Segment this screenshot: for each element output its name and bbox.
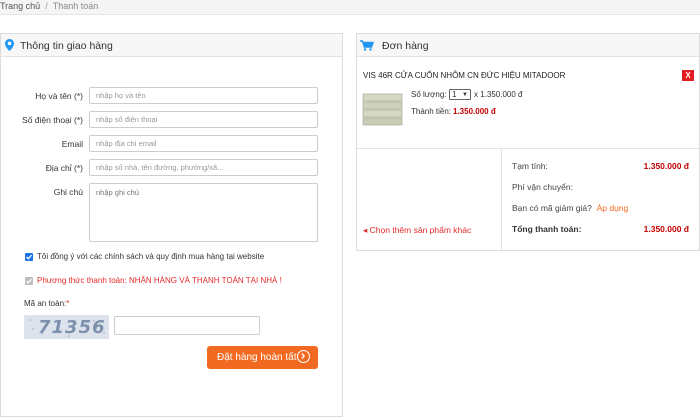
captcha-input[interactable] <box>114 316 260 335</box>
quantity-label: Số lượng: <box>411 90 447 99</box>
address-label: Địa chỉ (*) <box>45 163 83 173</box>
continue-shopping-link[interactable]: ◂ Chọn thêm sản phẩm khác <box>363 225 471 236</box>
phone-label: Số điện thoại (*) <box>22 115 83 125</box>
note-textarea[interactable] <box>89 183 318 242</box>
caret-left-icon: ◂ <box>363 225 368 235</box>
check-icon <box>26 278 32 284</box>
name-input[interactable] <box>89 87 318 104</box>
subtotal-label: Tạm tính: <box>512 161 548 171</box>
arrow-right-circle-icon <box>297 350 310 363</box>
breadcrumb-separator: / <box>45 1 48 11</box>
submit-order-button[interactable]: Đặt hàng hoàn tất <box>207 346 318 369</box>
agree-text: Tôi đồng ý với các chính sách và quy địn… <box>37 252 265 261</box>
apply-discount-link[interactable]: Áp dụng <box>597 203 629 213</box>
product-name[interactable]: VIS 46R CỬA CUỐN NHÔM CN ĐỨC HIỆU MITADO… <box>363 71 565 80</box>
line-total-value: 1.350.000 đ <box>453 107 496 116</box>
order-title: Đơn hàng <box>382 40 429 52</box>
shipping-title: Thông tin giao hàng <box>20 40 113 52</box>
order-panel: Đơn hàng <box>356 33 700 251</box>
chevron-down-icon: ▼ <box>462 92 468 98</box>
phone-input[interactable] <box>89 111 318 128</box>
quantity-select[interactable]: 1 ▼ <box>449 89 471 100</box>
remove-product-button[interactable]: X <box>682 70 694 81</box>
payment-method-checkbox <box>25 277 33 285</box>
captcha-image: 71356 <box>24 315 109 339</box>
name-label: Họ và tên (*) <box>35 91 83 101</box>
note-label: Ghi chú <box>53 187 83 197</box>
grand-total-label: Tổng thanh toán: <box>512 224 582 234</box>
shipping-panel-header: Thông tin giao hàng <box>1 34 342 57</box>
breadcrumb-home[interactable]: Trang chủ <box>0 1 40 11</box>
discount-label: Bạn có mã giảm giá? <box>512 203 592 213</box>
order-divider <box>357 148 699 149</box>
captcha-code: 71356 <box>38 317 106 338</box>
discount-row: Bạn có mã giảm giá? Áp dụng <box>512 203 628 213</box>
agree-checkbox[interactable] <box>25 253 33 261</box>
address-input[interactable] <box>89 159 318 176</box>
summary-divider <box>501 149 502 250</box>
map-pin-icon <box>5 39 14 53</box>
shipping-fee-label: Phí vận chuyển: <box>512 182 573 192</box>
grand-total-value: 1.350.000 đ <box>643 224 689 234</box>
check-icon <box>26 254 32 260</box>
required-mark: * <box>66 299 70 308</box>
unit-price: x 1.350.000 đ <box>474 90 523 99</box>
captcha-label: Mã an toàn:* <box>24 299 70 308</box>
breadcrumb: Trang chủ / Thanh toán <box>0 1 98 11</box>
email-input[interactable] <box>89 135 318 152</box>
subtotal-value: 1.350.000 đ <box>643 161 689 171</box>
cart-icon <box>360 40 374 53</box>
submit-order-label: Đặt hàng hoàn tất <box>217 352 297 363</box>
order-panel-header: Đơn hàng <box>357 34 699 57</box>
product-thumbnail[interactable] <box>362 86 404 132</box>
top-bar: Trang chủ / Thanh toán <box>0 0 700 15</box>
line-total-label: Thành tiền: <box>411 107 452 116</box>
email-label: Email <box>61 139 83 149</box>
breadcrumb-current: Thanh toán <box>52 1 99 11</box>
payment-method-text: Phương thức thanh toán: NHẬN HÀNG VÀ THA… <box>37 276 282 285</box>
